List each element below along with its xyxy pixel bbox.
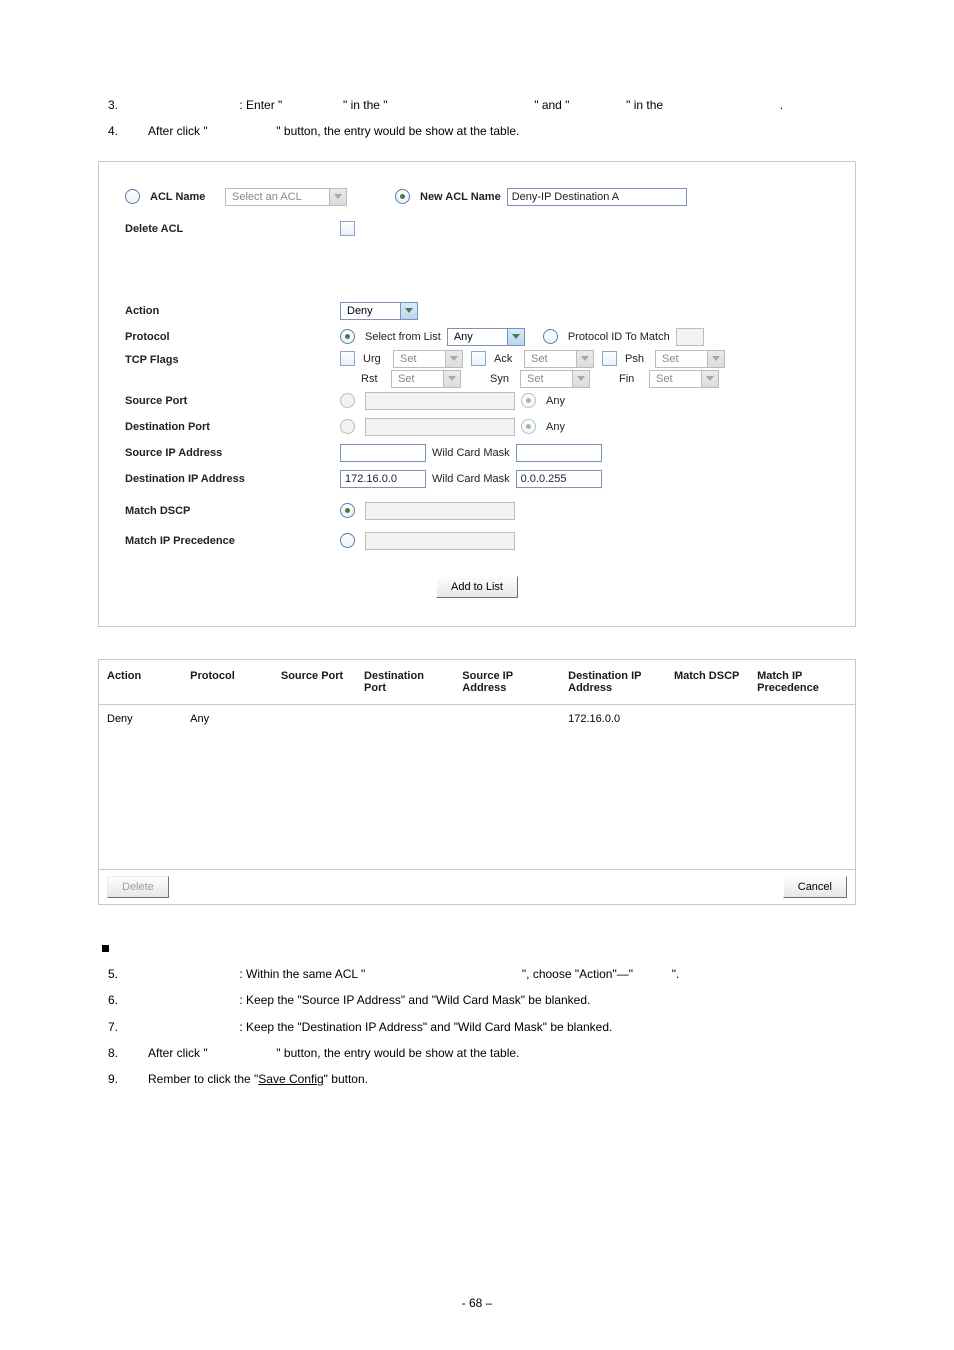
step-5: 5. : Within the same ACL " ", choose "Ac…: [98, 961, 856, 987]
chevron-down-icon: [707, 351, 724, 367]
step-num: 3.: [98, 92, 148, 118]
delete-acl-checkbox[interactable]: [340, 221, 355, 236]
source-port-radio: [340, 393, 355, 408]
section-heading: [98, 941, 856, 955]
dest-port-radio: [340, 419, 355, 434]
new-acl-name-label: New ACL Name: [420, 191, 501, 203]
step-3: 3. : Enter " " in the " " and " " in the…: [98, 92, 856, 118]
new-acl-name-radio[interactable]: [395, 189, 410, 204]
tcp-fin-select[interactable]: Set: [649, 370, 719, 388]
source-ip-label: Source IP Address: [125, 447, 340, 459]
match-ipprec-radio[interactable]: [340, 533, 355, 548]
dest-ip-label: Destination IP Address: [125, 473, 340, 485]
tcp-syn-select[interactable]: Set: [520, 370, 590, 388]
source-port-any-radio: [521, 393, 536, 408]
protocol-id-input[interactable]: [676, 328, 704, 346]
delete-button[interactable]: Delete: [107, 876, 169, 898]
step-6: 6. : Keep the "Source IP Address" and "W…: [98, 987, 856, 1013]
chevron-down-icon: [400, 303, 417, 319]
table-row[interactable]: Deny Any 172.16.0.0: [99, 704, 855, 733]
chevron-down-icon: [445, 351, 462, 367]
match-dscp-input[interactable]: [365, 502, 515, 520]
tcp-psh-checkbox[interactable]: [602, 351, 617, 366]
chevron-down-icon: [507, 329, 524, 345]
page-number: - 68 –: [0, 1296, 954, 1310]
protocol-select[interactable]: Any: [447, 328, 525, 346]
chevron-down-icon: [701, 371, 718, 387]
chevron-down-icon: [576, 351, 593, 367]
match-ipprec-label: Match IP Precedence: [125, 535, 340, 547]
col-action: Action: [99, 660, 182, 705]
protocol-select-list-label: Select from List: [365, 331, 441, 343]
table-header-row: Action Protocol Source Port Destination …: [99, 660, 855, 705]
dest-ip-wildcard-label: Wild Card Mask: [432, 473, 510, 485]
dest-port-input: [365, 418, 515, 436]
protocol-list-radio[interactable]: [340, 329, 355, 344]
match-dscp-radio[interactable]: [340, 503, 355, 518]
col-source-ip: Source IP Address: [454, 660, 560, 705]
dest-port-label: Destination Port: [125, 421, 340, 433]
tcp-urg-checkbox[interactable]: [340, 351, 355, 366]
acl-panel: ACL Name Select an ACL New ACL Name Deny…: [98, 161, 856, 627]
action-select[interactable]: Deny: [340, 302, 418, 320]
protocol-label: Protocol: [125, 331, 340, 343]
action-label: Action: [125, 305, 340, 317]
add-to-list-button[interactable]: Add to List: [436, 576, 518, 598]
col-dest-port: Destination Port: [356, 660, 454, 705]
dest-ip-wildcard-input[interactable]: 0.0.0.255: [516, 470, 602, 488]
new-acl-name-input[interactable]: Deny-IP Destination A: [507, 188, 687, 206]
source-ip-wildcard-label: Wild Card Mask: [432, 447, 510, 459]
chevron-down-icon: [443, 371, 460, 387]
cancel-button[interactable]: Cancel: [783, 876, 847, 898]
match-dscp-label: Match DSCP: [125, 505, 340, 517]
chevron-down-icon: [572, 371, 589, 387]
acl-name-select[interactable]: Select an ACL: [225, 188, 347, 206]
steps-top: 3. : Enter " " in the " " and " " in the…: [98, 92, 856, 145]
acl-name-label: ACL Name: [150, 191, 205, 203]
delete-acl-label: Delete ACL: [125, 223, 340, 235]
tcp-psh-select[interactable]: Set: [655, 350, 725, 368]
tcp-ack-select[interactable]: Set: [524, 350, 594, 368]
protocol-id-label: Protocol ID To Match: [568, 331, 670, 343]
tcp-urg-select[interactable]: Set: [393, 350, 463, 368]
step-4: 4. After click " " button, the entry wou…: [98, 118, 856, 144]
tcp-ack-checkbox[interactable]: [471, 351, 486, 366]
col-match-dscp: Match DSCP: [666, 660, 749, 705]
source-port-input: [365, 392, 515, 410]
step-8: 8. After click " " button, the entry wou…: [98, 1040, 856, 1066]
acl-table: Action Protocol Source Port Destination …: [98, 659, 856, 905]
step-7: 7. : Keep the "Destination IP Address" a…: [98, 1014, 856, 1040]
chevron-down-icon: [329, 189, 346, 205]
tcp-rst-select[interactable]: Set: [391, 370, 461, 388]
steps-bottom: 5. : Within the same ACL " ", choose "Ac…: [98, 961, 856, 1093]
source-ip-wildcard-input[interactable]: [516, 444, 602, 462]
dest-port-any-radio: [521, 419, 536, 434]
col-protocol: Protocol: [182, 660, 273, 705]
step-body: : Enter " " in the " " and " " in the .: [148, 92, 856, 118]
col-source-port: Source Port: [273, 660, 356, 705]
source-port-label: Source Port: [125, 395, 340, 407]
dest-ip-input[interactable]: 172.16.0.0: [340, 470, 426, 488]
step-body: After click " " button, the entry would …: [148, 118, 856, 144]
save-config-text: Save Config: [258, 1072, 323, 1086]
col-dest-ip: Destination IP Address: [560, 660, 666, 705]
source-ip-input[interactable]: [340, 444, 426, 462]
square-bullet-icon: [102, 945, 109, 952]
step-num: 4.: [98, 118, 148, 144]
protocol-id-radio[interactable]: [543, 329, 558, 344]
match-ipprec-input[interactable]: [365, 532, 515, 550]
tcp-flags-label: TCP Flags: [125, 350, 340, 366]
col-match-ipprec: Match IP Precedence: [749, 660, 855, 705]
step-9: 9. Rember to click the "Save Config" but…: [98, 1066, 856, 1092]
acl-name-radio[interactable]: [125, 189, 140, 204]
